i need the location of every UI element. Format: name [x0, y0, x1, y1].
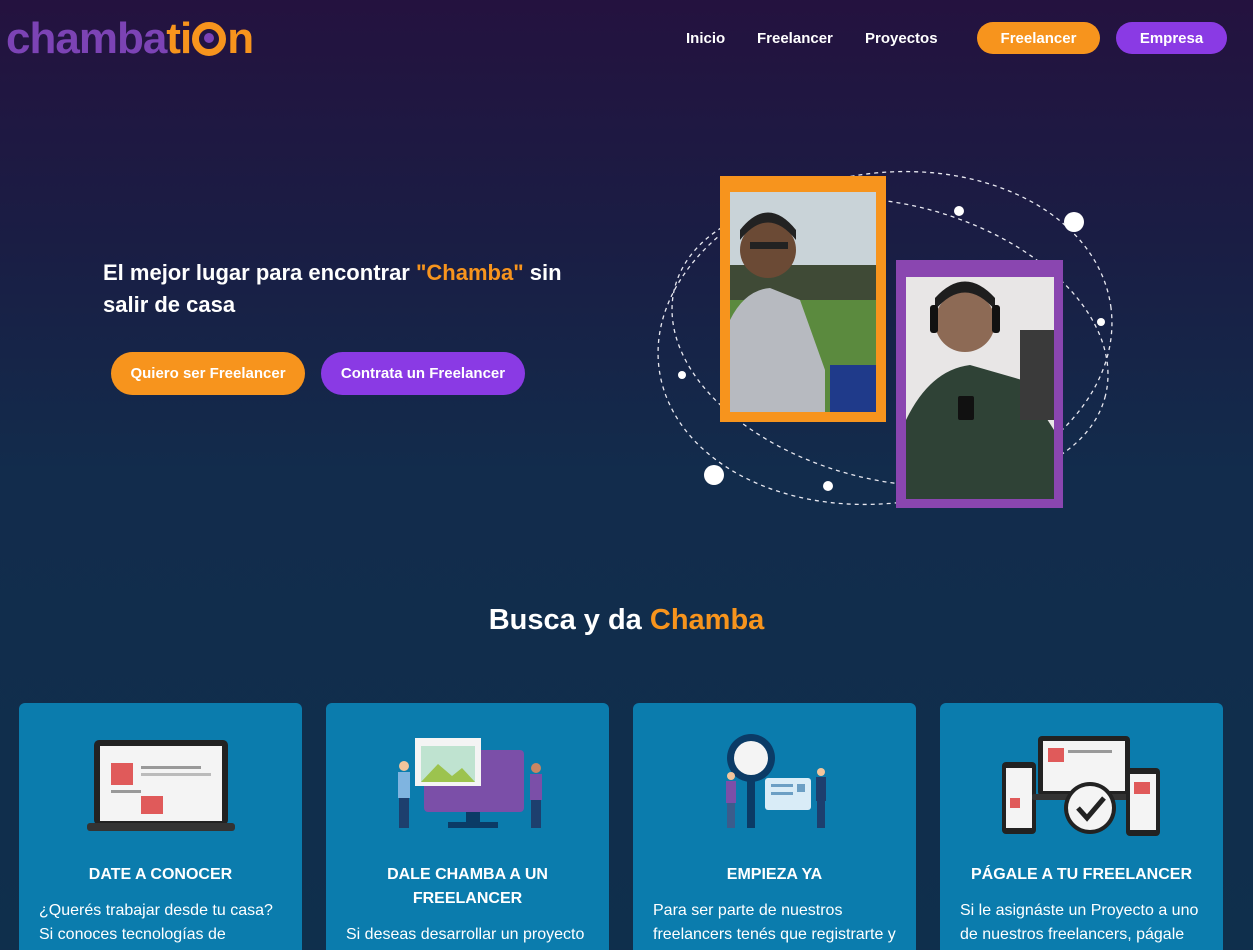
search-magnifier-icon [726, 734, 826, 828]
laptop-profile-icon [87, 740, 235, 831]
card-pagale[interactable]: PÁGALE A TU FREELANCER Si le asignáste u… [940, 703, 1223, 950]
logo[interactable]: chambati n [6, 14, 254, 64]
cta-contrata-freelancer-button[interactable]: Contrata un Freelancer [321, 352, 525, 395]
devices-checkmark-icon [1002, 736, 1160, 836]
cta-quiero-ser-freelancer-button[interactable]: Quiero ser Freelancer [111, 352, 305, 395]
hero-illustration [650, 170, 1130, 515]
card-text: Si deseas desarrollar un proyecto [346, 926, 585, 943]
hero-title: El mejor lugar para encontrar "Chamba" s… [103, 260, 562, 317]
nav-inicio[interactable]: Inicio [686, 30, 725, 47]
header-freelancer-button[interactable]: Freelancer [977, 22, 1100, 54]
card-title: DATE A CONOCER [88, 866, 233, 883]
card-dale-chamba[interactable]: DALE CHAMBA A UN FREELANCER Si deseas de… [326, 703, 609, 950]
card-title: EMPIEZA YA [726, 866, 823, 883]
photo-freelancer-2 [896, 260, 1063, 508]
nav-proyectos[interactable]: Proyectos [865, 30, 938, 47]
photo-freelancer-1 [720, 176, 886, 422]
card-text: Para ser parte de nuestros freelancers t… [653, 902, 896, 943]
card-date-a-conocer[interactable]: DATE A CONOCER ¿Querés trabajar desde tu… [19, 703, 302, 950]
card-title: PÁGALE A TU FREELANCER [970, 866, 1193, 883]
nav-freelancer[interactable]: Freelancer [757, 30, 833, 47]
card-empieza-ya[interactable]: EMPIEZA YA Para ser parte de nuestros fr… [633, 703, 916, 950]
card-title: DALE CHAMBA A UN FREELANCER [387, 866, 548, 907]
header-empresa-button[interactable]: Empresa [1116, 22, 1227, 54]
section-title: Busca y da Chamba [488, 604, 765, 636]
card-text: Si le asignáste un Proyecto a uno de nue… [960, 902, 1199, 943]
card-text: ¿Querés trabajar desde tu casa? Si conoc… [39, 902, 273, 943]
presentation-screen-icon [398, 738, 542, 828]
site-header: chambati n Inicio Freelancer Proyectos Fr… [0, 0, 1253, 78]
logo-ring-icon [192, 22, 227, 56]
